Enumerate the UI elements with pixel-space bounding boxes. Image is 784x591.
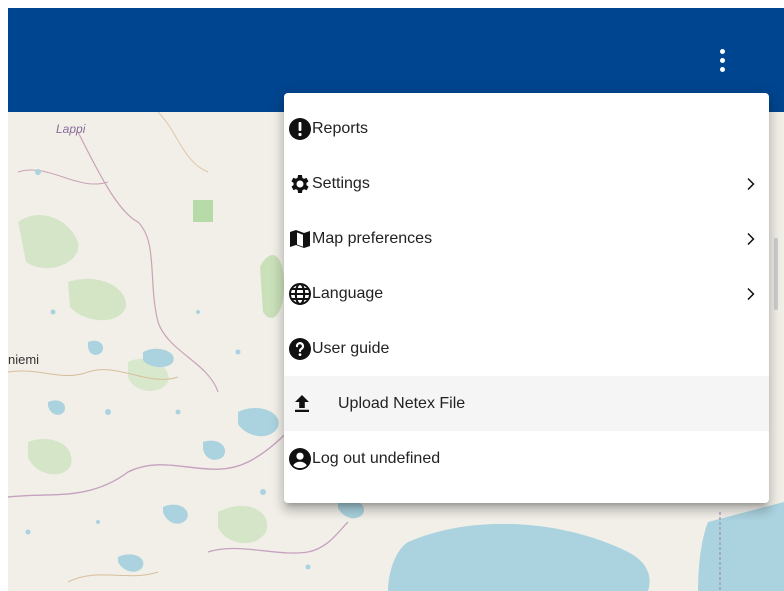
globe-icon bbox=[288, 282, 312, 306]
menu-item-label: Settings bbox=[312, 174, 370, 192]
options-menu: Reports Settings Map preferences Languag… bbox=[284, 93, 769, 503]
alert-circle-icon bbox=[288, 117, 312, 141]
upload-icon bbox=[290, 392, 314, 416]
more-vert-icon-dot bbox=[719, 57, 725, 63]
menu-item-label: Upload Netex File bbox=[338, 394, 466, 412]
more-vert-icon bbox=[719, 48, 725, 54]
menu-item-label: Map preferences bbox=[312, 229, 433, 247]
map-label-niemi: niemi bbox=[8, 352, 40, 367]
menu-item-upload-netex[interactable]: Upload Netex File bbox=[284, 376, 769, 431]
menu-item-label: Log out undefined bbox=[312, 449, 441, 467]
menu-item-label: User guide bbox=[312, 339, 390, 357]
more-vert-icon-dot bbox=[719, 66, 725, 72]
account-circle-icon bbox=[288, 447, 312, 471]
menu-item-reports[interactable]: Reports bbox=[284, 101, 769, 156]
map-label-lappi: Lappi bbox=[56, 122, 86, 136]
menu-item-language[interactable]: Language bbox=[284, 266, 769, 321]
map-control-edge bbox=[774, 238, 778, 310]
menu-item-map-preferences[interactable]: Map preferences bbox=[284, 211, 769, 266]
help-circle-icon bbox=[288, 337, 312, 361]
menu-item-label: Reports bbox=[312, 119, 369, 137]
menu-item-user-guide[interactable]: User guide bbox=[284, 321, 769, 376]
menu-item-settings[interactable]: Settings bbox=[284, 156, 769, 211]
chevron-right-icon bbox=[747, 232, 755, 245]
menu-item-label: Language bbox=[312, 284, 384, 302]
menu-item-log-out[interactable]: Log out undefined bbox=[284, 431, 769, 486]
more-options-button[interactable] bbox=[708, 44, 736, 76]
gear-icon bbox=[288, 172, 312, 196]
chevron-right-icon bbox=[747, 177, 755, 190]
map-icon bbox=[288, 227, 312, 251]
app-window: Lappi niemi Reports Settings Map prefere… bbox=[8, 8, 784, 591]
chevron-right-icon bbox=[747, 287, 755, 300]
